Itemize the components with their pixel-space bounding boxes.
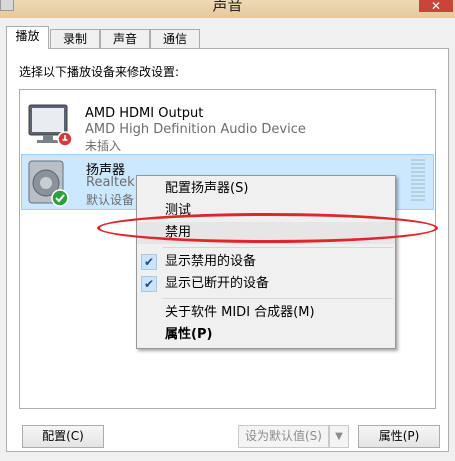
device-name: AMD HDMI Output xyxy=(85,106,204,121)
menu-item-properties[interactable]: 属性(P) xyxy=(137,324,395,346)
tab-sounds[interactable]: 声音 xyxy=(100,29,150,48)
checkmark-icon: ✔ xyxy=(141,254,157,270)
menu-item-show-disabled[interactable]: ✔ 显示禁用的设备 xyxy=(137,251,395,273)
instruction-text: 选择以下播放设备来修改设置: xyxy=(19,65,180,79)
menu-separator xyxy=(163,247,393,248)
unplugged-icon xyxy=(57,131,73,147)
window-title: 声音 xyxy=(212,0,243,14)
annotation-ring xyxy=(97,213,438,243)
configure-button[interactable]: 配置(C) xyxy=(22,425,104,448)
chevron-down-icon: ▼ xyxy=(335,431,343,442)
device-description: AMD High Definition Audio Device xyxy=(85,122,306,137)
monitor-icon xyxy=(28,104,73,147)
menu-item-about-midi[interactable]: 关于软件 MIDI 合成器(M) xyxy=(137,302,395,324)
context-menu: 配置扬声器(S) 测试 禁用 ✔ 显示禁用的设备 ✔ 显示已断开的设备 关于软件… xyxy=(136,175,396,349)
speaker-icon xyxy=(28,160,69,207)
close-icon: ✕ xyxy=(430,0,442,13)
tab-recording[interactable]: 录制 xyxy=(50,29,100,48)
device-status: 未插入 xyxy=(85,139,122,153)
set-default-dropdown[interactable]: ▼ xyxy=(329,425,349,448)
tab-communications[interactable]: 通信 xyxy=(150,29,200,48)
menu-item-configure-speakers[interactable]: 配置扬声器(S) xyxy=(137,178,395,200)
set-default-button[interactable]: 设为默认值(S) xyxy=(238,425,329,448)
device-item-hdmi[interactable]: AMD HDMI Output AMD High Definition Audi… xyxy=(21,96,434,153)
menu-separator xyxy=(163,298,393,299)
title-bar: 声音 ✕ xyxy=(0,0,455,18)
device-description: Realtek xyxy=(86,175,135,190)
tab-playback[interactable]: 播放 xyxy=(6,26,49,49)
properties-button[interactable]: 属性(P) xyxy=(358,425,440,448)
device-status: 默认设备 xyxy=(86,193,135,207)
volume-meter xyxy=(411,159,425,205)
close-button[interactable]: ✕ xyxy=(419,0,453,12)
default-check-icon xyxy=(51,189,69,207)
checkmark-icon: ✔ xyxy=(141,276,157,292)
menu-item-show-disconnected[interactable]: ✔ 显示已断开的设备 xyxy=(137,273,395,295)
